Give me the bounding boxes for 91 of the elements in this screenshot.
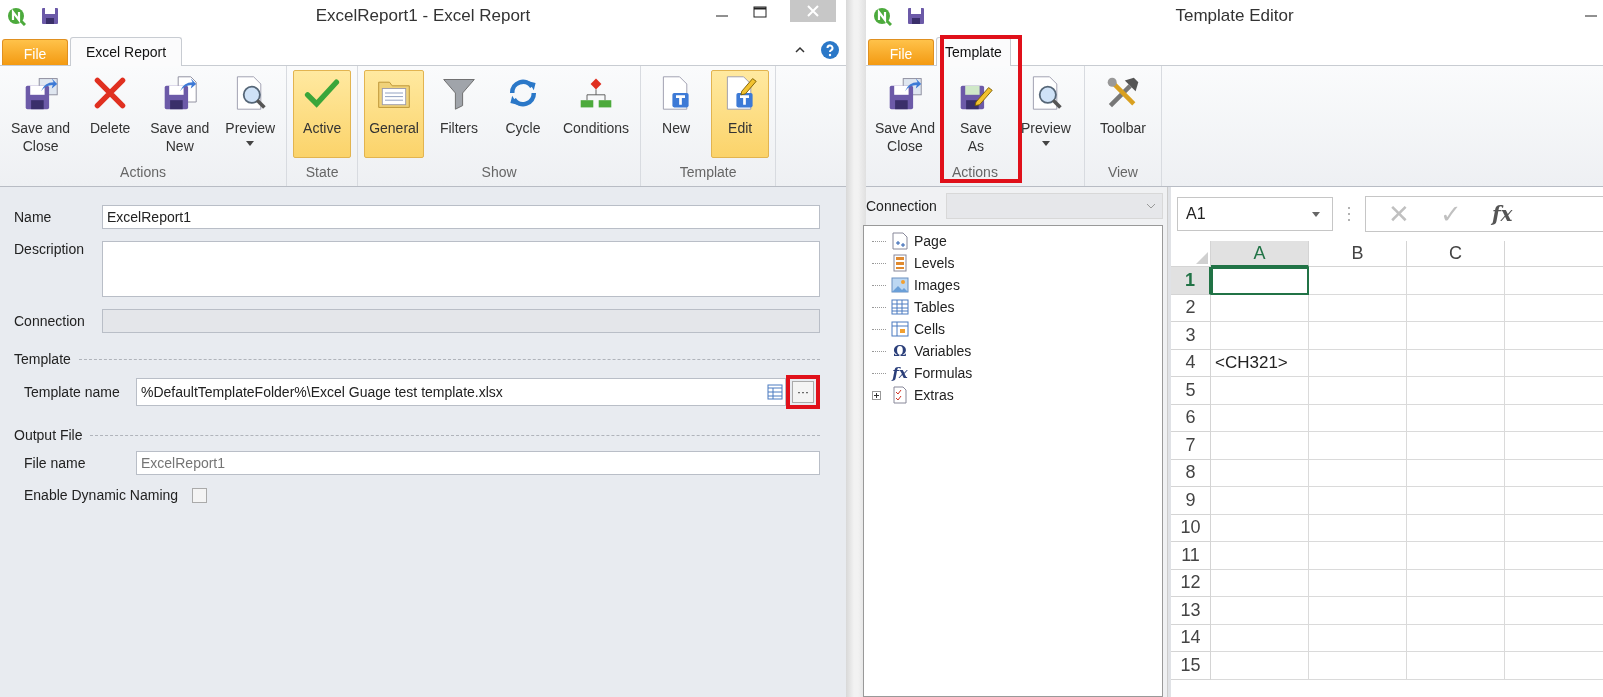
group-label: State: [305, 163, 339, 182]
description-field[interactable]: [102, 241, 820, 297]
field-label: Connection: [14, 313, 86, 329]
chevron-down-icon: [1146, 203, 1156, 209]
app-logo-icon: [6, 6, 26, 26]
row-header[interactable]: 12: [1171, 569, 1211, 597]
checkbox-label: Enable Dynamic Naming: [24, 487, 179, 503]
field-label: Description: [14, 241, 86, 257]
ribbon-button[interactable]: Edit: [711, 70, 770, 158]
column-header[interactable]: B: [1309, 241, 1407, 267]
tables-icon: [891, 298, 909, 316]
ribbon-button[interactable]: General: [364, 70, 424, 158]
sheet-cell[interactable]: <CH321>: [1211, 349, 1309, 377]
tree-item-icon: Ω: [891, 342, 909, 360]
ribbon-button[interactable]: Preview: [1013, 70, 1078, 158]
tree-item[interactable]: Levels: [914, 255, 955, 271]
corner-triangle-icon: [1196, 252, 1208, 264]
section-heading: Output File: [14, 427, 83, 443]
dropdown-arrow-icon: [1312, 211, 1320, 217]
ribbon-button[interactable]: Filters: [429, 70, 488, 158]
help-icon[interactable]: [820, 40, 840, 60]
row-header[interactable]: 9: [1171, 487, 1211, 515]
column-header[interactable]: A: [1211, 241, 1309, 267]
group-label: Template: [679, 163, 737, 182]
row-header[interactable]: 5: [1171, 377, 1211, 405]
levels-icon: [891, 254, 909, 272]
column-header[interactable]: C: [1407, 241, 1505, 267]
field-label: Template name: [24, 384, 121, 400]
group-label: View: [1107, 163, 1138, 182]
ribbon-button[interactable]: Save And Close: [872, 70, 938, 158]
ribbon-tab[interactable]: Excel Report: [70, 37, 183, 66]
images-icon: [891, 276, 909, 294]
tree-item[interactable]: Extras: [914, 387, 954, 403]
tree-item-icon: fx: [891, 364, 909, 382]
row-header[interactable]: 4: [1171, 349, 1211, 377]
field-label: Name: [14, 209, 53, 225]
name-box[interactable]: A1: [1177, 197, 1333, 231]
row-header[interactable]: 10: [1171, 514, 1211, 542]
cells-icon: [891, 320, 909, 338]
ribbon-button[interactable]: Conditions: [557, 70, 635, 158]
row-header[interactable]: 11: [1171, 542, 1211, 570]
ribbon-button[interactable]: Save and New: [145, 70, 215, 158]
insert-function-button[interactable]: fx: [1492, 202, 1513, 226]
maximize-icon[interactable]: [752, 4, 768, 20]
drag-handle-icon[interactable]: [1347, 206, 1351, 222]
row-header[interactable]: 6: [1171, 404, 1211, 432]
table-icon[interactable]: [767, 384, 783, 400]
template-name-field[interactable]: %DefaultTemplateFolder%\Excel Guage test template.xlsx: [136, 378, 786, 406]
page-icon: [891, 232, 909, 250]
file-name-field[interactable]: ExcelReport1: [136, 451, 820, 475]
checkbox[interactable]: [192, 487, 208, 503]
ribbon-button[interactable]: Save and Close: [6, 70, 76, 158]
tree-item[interactable]: Variables: [914, 343, 972, 359]
expand-icon[interactable]: [872, 390, 881, 400]
group-label: Show: [481, 163, 517, 182]
ribbon-button[interactable]: Toolbar: [1090, 70, 1155, 158]
row-header[interactable]: 7: [1171, 432, 1211, 460]
ribbon-button[interactable]: New: [647, 70, 706, 158]
window-title: ExcelReport1 - Excel Report: [315, 6, 531, 26]
ribbon-button[interactable]: Active: [293, 70, 352, 158]
tree-item[interactable]: Cells: [914, 321, 946, 337]
window-title: Template Editor: [1175, 6, 1294, 26]
section-heading: Template: [14, 351, 71, 367]
group-label: Actions: [952, 163, 998, 182]
ribbon-button[interactable]: Save As: [943, 70, 1008, 158]
name-field[interactable]: ExcelReport1: [102, 205, 820, 229]
row-header[interactable]: 15: [1171, 652, 1211, 680]
ribbon-button[interactable]: Preview: [220, 70, 281, 158]
row-header[interactable]: 3: [1171, 322, 1211, 350]
tree-item[interactable]: Page: [914, 233, 947, 249]
app-logo-icon: [872, 6, 892, 26]
tree-item[interactable]: Tables: [914, 299, 955, 315]
row-header[interactable]: 14: [1171, 624, 1211, 652]
row-header[interactable]: 1: [1171, 267, 1211, 295]
extras-icon: [891, 386, 909, 404]
close-icon[interactable]: [790, 0, 836, 22]
group-label: Actions: [120, 163, 167, 182]
field-label: File name: [24, 455, 87, 471]
row-header[interactable]: 8: [1171, 459, 1211, 487]
browse-button[interactable]: ···: [792, 381, 814, 403]
ribbon-button[interactable]: Cycle: [493, 70, 552, 158]
tree-item[interactable]: Formulas: [914, 365, 973, 381]
select-all-button[interactable]: [1171, 241, 1211, 267]
row-header[interactable]: 13: [1171, 597, 1211, 625]
save-icon[interactable]: [906, 6, 926, 26]
field-label: Connection: [866, 198, 938, 214]
ribbon-button[interactable]: Delete: [81, 70, 140, 158]
save-icon[interactable]: [40, 6, 60, 26]
sheet-cell[interactable]: [1211, 267, 1309, 295]
tree-item[interactable]: Images: [914, 277, 960, 293]
row-header[interactable]: 2: [1171, 294, 1211, 322]
